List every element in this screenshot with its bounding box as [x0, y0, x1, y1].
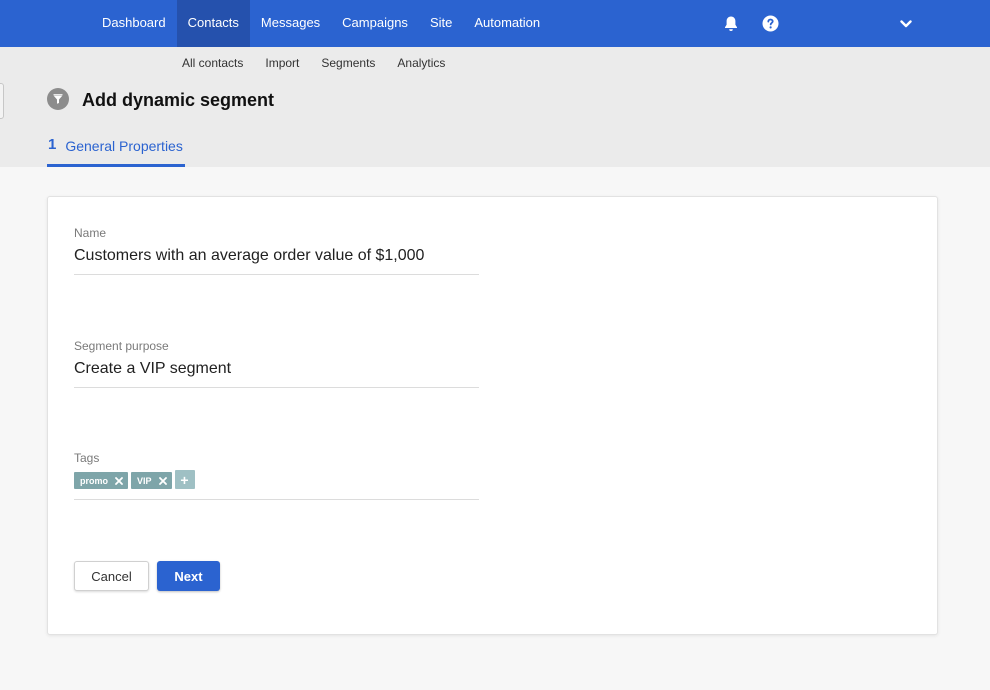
subnav-segments[interactable]: Segments	[310, 54, 386, 72]
nav-dashboard[interactable]: Dashboard	[91, 0, 177, 47]
subnav-all-contacts[interactable]: All contacts	[171, 54, 254, 72]
page-title: Add dynamic segment	[82, 90, 275, 110]
sub-nav: All contacts Import Segments Analytics	[171, 54, 456, 72]
tag-chip: VIP	[131, 472, 172, 489]
top-navbar: Dashboard Contacts Messages Campaigns Si…	[0, 0, 990, 47]
tag-label: promo	[80, 475, 108, 486]
bell-icon[interactable]	[719, 0, 743, 47]
nav-contacts[interactable]: Contacts	[176, 0, 250, 47]
name-label: Name	[74, 226, 107, 240]
next-button[interactable]: Next	[157, 561, 220, 591]
segment-form-card: Name Customers with an average order val…	[47, 196, 938, 635]
tag-chip: promo	[74, 472, 128, 489]
subnav-analytics[interactable]: Analytics	[386, 54, 456, 72]
nav-campaigns[interactable]: Campaigns	[331, 0, 419, 47]
filter-icon	[47, 88, 69, 110]
name-input[interactable]: Customers with an average order value of…	[74, 246, 479, 274]
nav-site[interactable]: Site	[419, 0, 463, 47]
subnav-import[interactable]: Import	[254, 54, 310, 72]
tags-list: promo VIP +	[74, 470, 479, 499]
tags-field: Tags promo VIP +	[74, 451, 479, 500]
chevron-down-icon[interactable]	[894, 0, 918, 47]
step-label: General Properties	[65, 138, 183, 154]
nav-messages[interactable]: Messages	[250, 0, 331, 47]
tab-general-properties[interactable]: 1 General Properties	[47, 133, 185, 167]
remove-tag-icon[interactable]	[115, 476, 123, 485]
remove-tag-icon[interactable]	[158, 476, 167, 485]
cancel-button[interactable]: Cancel	[74, 561, 149, 591]
nav-automation[interactable]: Automation	[463, 0, 551, 47]
step-number: 1	[48, 136, 57, 153]
purpose-field[interactable]: Segment purpose Create a VIP segment	[74, 339, 479, 388]
sidebar-toggle[interactable]	[0, 83, 4, 119]
main-nav: Dashboard Contacts Messages Campaigns Si…	[91, 0, 551, 47]
tag-label: VIP	[137, 475, 152, 486]
tags-label: Tags	[74, 451, 100, 465]
page-header: All contacts Import Segments Analytics A…	[0, 47, 990, 167]
name-field[interactable]: Name Customers with an average order val…	[74, 226, 479, 275]
purpose-input[interactable]: Create a VIP segment	[74, 359, 479, 387]
add-tag-button[interactable]: +	[174, 470, 195, 489]
purpose-label: Segment purpose	[74, 339, 169, 353]
help-icon[interactable]	[758, 0, 782, 47]
